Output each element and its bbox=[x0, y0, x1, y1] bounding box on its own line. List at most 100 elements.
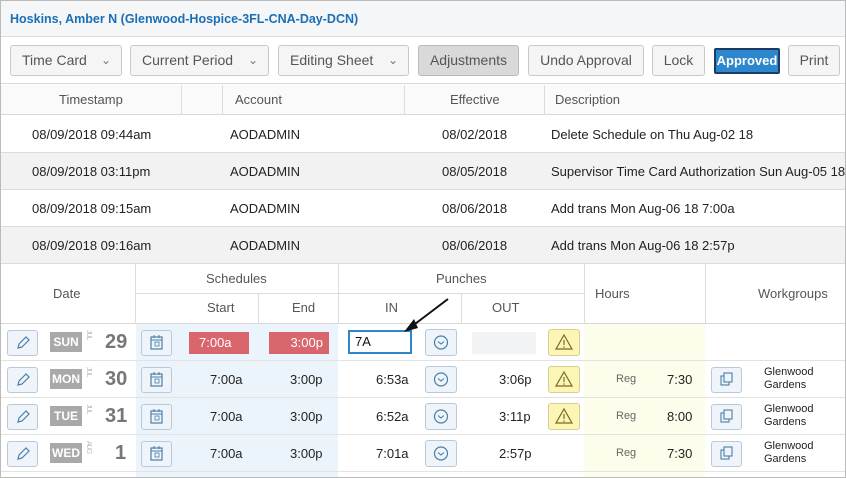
punch-in-value[interactable]: 6:53a bbox=[376, 372, 409, 387]
audit-account: AODADMIN bbox=[230, 201, 301, 216]
punch-in-input[interactable]: 7A bbox=[348, 330, 412, 354]
audit-row[interactable]: 08/09/2018 09:15am AODADMIN 08/06/2018 A… bbox=[1, 190, 845, 227]
column-divider bbox=[338, 264, 339, 324]
audit-table-header: Timestamp Account Effective Description bbox=[1, 85, 845, 115]
pencil-icon[interactable] bbox=[7, 330, 38, 356]
month-label: JUL bbox=[85, 367, 92, 377]
warning-icon[interactable] bbox=[548, 329, 580, 356]
out-header: OUT bbox=[492, 300, 520, 315]
schedule-end: 3:00p bbox=[290, 335, 323, 350]
description-header[interactable]: Description bbox=[555, 92, 620, 107]
employee-name[interactable]: Hoskins, Amber N (Glenwood-Hospice-3FL-C… bbox=[10, 12, 358, 26]
lock-button[interactable]: Lock bbox=[652, 45, 705, 76]
toolbar: Time Card ⌄ Current Period ⌄ Editing She… bbox=[1, 38, 845, 84]
warning-icon[interactable] bbox=[548, 403, 580, 430]
workgroup-line-2: Gardens bbox=[764, 416, 807, 428]
day-of-week-badge: WED bbox=[50, 443, 82, 463]
schedule-start-conflict[interactable]: 7:00a bbox=[189, 332, 249, 354]
punch-in-value: 7A bbox=[355, 334, 371, 349]
workgroup-line-1: Glenwood bbox=[764, 366, 814, 378]
warning-icon[interactable] bbox=[548, 366, 580, 393]
copy-icon[interactable] bbox=[711, 404, 742, 430]
pencil-icon[interactable] bbox=[7, 441, 38, 467]
schedule-start: 7:00a bbox=[199, 335, 232, 350]
current-period-dropdown[interactable]: Current Period ⌄ bbox=[130, 45, 269, 76]
schedule-end-conflict[interactable]: 3:00p bbox=[269, 332, 329, 354]
clock-icon[interactable] bbox=[425, 366, 457, 393]
clock-icon[interactable] bbox=[425, 440, 457, 467]
punch-in-value[interactable]: 7:01a bbox=[376, 446, 409, 461]
calendar-icon[interactable] bbox=[141, 404, 172, 430]
schedules-header: Schedules bbox=[206, 271, 267, 286]
schedule-end: 3:00p bbox=[290, 446, 323, 461]
hours-value: 7:30 bbox=[667, 446, 693, 461]
timecard-row: TUE JUL 31 7:00a 3:00p 6:52a 3:11p Reg 8… bbox=[1, 398, 845, 435]
day-number: 30 bbox=[105, 368, 128, 390]
column-divider bbox=[404, 85, 405, 115]
calendar-icon[interactable] bbox=[141, 367, 172, 393]
column-divider bbox=[584, 264, 585, 324]
timecard-row: MON JUL 30 7:00a 3:00p 6:53a 3:06p Reg 7… bbox=[1, 361, 845, 398]
start-header: Start bbox=[207, 300, 235, 315]
undo-approval-button[interactable]: Undo Approval bbox=[528, 45, 644, 76]
hours-value: 7:30 bbox=[667, 372, 693, 387]
schedule-start: 7:00a bbox=[210, 446, 243, 461]
audit-effective: 08/02/2018 bbox=[442, 127, 508, 142]
time-card-window: Hoskins, Amber N (Glenwood-Hospice-3FL-C… bbox=[0, 0, 846, 478]
column-divider bbox=[258, 293, 259, 324]
schedule-end: 3:00p bbox=[290, 409, 323, 424]
chevron-down-icon: ⌄ bbox=[100, 53, 111, 67]
column-divider bbox=[544, 85, 545, 115]
day-of-week-badge: MON bbox=[50, 369, 82, 389]
account-header[interactable]: Account bbox=[235, 92, 282, 107]
pencil-icon[interactable] bbox=[7, 367, 38, 393]
current-period-label: Current Period bbox=[142, 52, 234, 68]
workgroup-label: Glenwood Gardens bbox=[764, 403, 814, 429]
calendar-icon[interactable] bbox=[141, 330, 172, 356]
chevron-down-icon: ⌄ bbox=[247, 53, 258, 67]
month-label: JUL bbox=[85, 404, 92, 414]
effective-header[interactable]: Effective bbox=[450, 92, 500, 107]
print-button[interactable]: Print bbox=[788, 45, 840, 76]
calendar-icon[interactable] bbox=[141, 441, 172, 467]
punch-in-value[interactable]: 6:52a bbox=[376, 409, 409, 424]
workgroups-header: Workgroups bbox=[758, 286, 828, 301]
header-divider bbox=[136, 293, 584, 294]
adjustments-button[interactable]: Adjustments bbox=[418, 45, 519, 76]
pencil-icon[interactable] bbox=[7, 404, 38, 430]
audit-description: Delete Schedule on Thu Aug-02 18 bbox=[551, 127, 754, 142]
approved-button[interactable]: Approved bbox=[714, 48, 780, 74]
audit-effective: 08/05/2018 bbox=[442, 164, 508, 179]
punch-out-value[interactable]: 2:57p bbox=[499, 446, 532, 461]
day-of-week-badge: TUE bbox=[50, 406, 82, 426]
hours-type: Reg bbox=[616, 447, 637, 459]
column-divider bbox=[705, 264, 706, 324]
copy-icon[interactable] bbox=[711, 367, 742, 393]
copy-icon[interactable] bbox=[711, 441, 742, 467]
punch-out-value[interactable]: 3:11p bbox=[499, 409, 531, 424]
editing-sheet-dropdown[interactable]: Editing Sheet ⌄ bbox=[278, 45, 409, 76]
audit-row[interactable]: 08/09/2018 03:11pm AODADMIN 08/05/2018 S… bbox=[1, 153, 846, 190]
audit-timestamp: 08/09/2018 09:44am bbox=[32, 127, 152, 142]
timecard-row: SUN JUL 29 7:00a 3:00p 7A bbox=[1, 324, 845, 361]
workgroup-line-2: Gardens bbox=[764, 379, 807, 391]
timestamp-header[interactable]: Timestamp bbox=[59, 92, 123, 107]
audit-effective: 08/06/2018 bbox=[442, 238, 508, 253]
audit-row[interactable]: 08/09/2018 09:44am AODADMIN 08/02/2018 D… bbox=[1, 116, 845, 153]
day-number: 29 bbox=[105, 331, 128, 353]
punch-out-value[interactable]: 3:06p bbox=[499, 372, 532, 387]
audit-description: Supervisor Time Card Authorization Sun A… bbox=[551, 164, 846, 179]
clock-icon[interactable] bbox=[425, 403, 457, 430]
audit-description: Add trans Mon Aug-06 18 2:57p bbox=[551, 238, 735, 253]
workgroup-label: Glenwood Gardens bbox=[764, 366, 814, 392]
audit-row[interactable]: 08/09/2018 09:16am AODADMIN 08/06/2018 A… bbox=[1, 227, 845, 264]
month-label: JUL bbox=[85, 330, 92, 340]
audit-timestamp: 08/09/2018 03:11pm bbox=[32, 164, 151, 179]
clock-icon[interactable] bbox=[425, 329, 457, 356]
punch-out-input[interactable] bbox=[472, 332, 536, 354]
workgroup-line-1: Glenwood bbox=[764, 440, 814, 452]
day-number: 1 bbox=[115, 442, 127, 464]
time-card-dropdown[interactable]: Time Card ⌄ bbox=[10, 45, 122, 76]
audit-effective: 08/06/2018 bbox=[442, 201, 508, 216]
audit-account: AODADMIN bbox=[230, 238, 301, 253]
